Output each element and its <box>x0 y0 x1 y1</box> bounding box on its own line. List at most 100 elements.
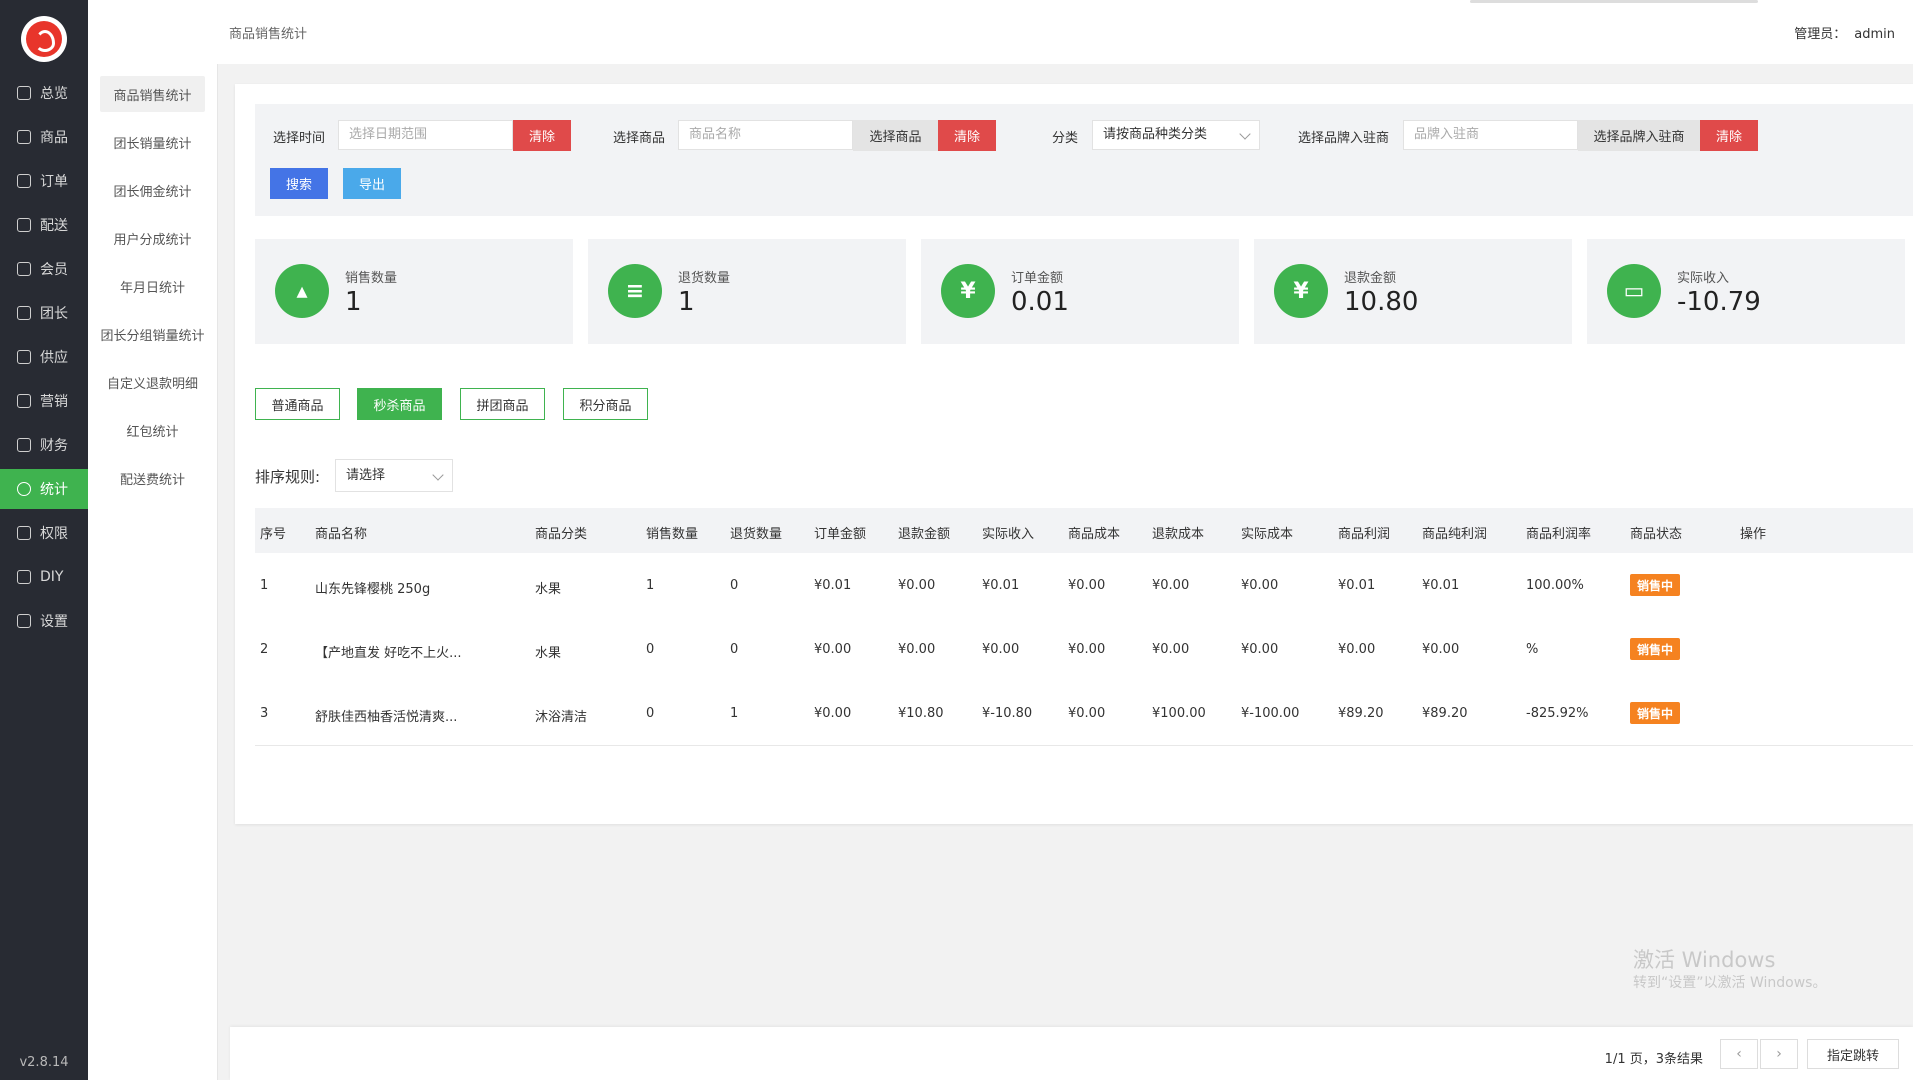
brand-input[interactable]: 品牌入驻商 <box>1403 120 1578 150</box>
category-value: 请按商品种类分类 <box>1103 127 1208 142</box>
cell-profit: ¥0.01 <box>1338 578 1376 593</box>
cell-goods-cost: ¥0.00 <box>1068 706 1106 721</box>
stat-label: 销售数量 <box>345 271 398 286</box>
status-badge[interactable]: 销售中 <box>1630 638 1680 660</box>
nav-item-settings[interactable]: 设置 <box>0 601 88 641</box>
clear-brand-button[interactable]: 清除 <box>1700 120 1758 151</box>
nav-item-statistics[interactable]: 统计 <box>0 469 88 509</box>
pagination-bar: 1/1 页，3条结果 ‹ › 指定跳转 <box>230 1027 1913 1080</box>
export-button[interactable]: 导出 <box>343 168 401 199</box>
goods-name-input[interactable]: 商品名称 <box>678 120 853 150</box>
th-refund-amount: 退款金额 <box>898 527 951 542</box>
jump-page-button[interactable]: 指定跳转 <box>1807 1039 1899 1069</box>
subnav-item-leader-group-sales[interactable]: 团长分组销量统计 <box>100 316 205 352</box>
prev-page-button[interactable]: ‹ <box>1720 1039 1758 1069</box>
cell-actual-income: ¥0.01 <box>982 578 1020 593</box>
category-select[interactable]: 请按商品种类分类 <box>1092 120 1260 150</box>
gift-icon <box>17 394 31 408</box>
top-header: 商品销售统计 管理员： admin <box>217 0 1913 64</box>
cell-net-profit: ¥0.00 <box>1422 642 1460 657</box>
cell-returns: 0 <box>730 578 739 593</box>
cell-profit-rate: 100.00% <box>1526 578 1584 593</box>
select-goods-button[interactable]: 选择商品 <box>853 120 938 151</box>
nav-item-supply[interactable]: 供应 <box>0 337 88 377</box>
finance-icon <box>17 438 31 452</box>
status-badge[interactable]: 销售中 <box>1630 574 1680 596</box>
next-page-button[interactable]: › <box>1760 1039 1798 1069</box>
gear-icon <box>17 614 31 628</box>
diy-icon <box>17 570 31 584</box>
nav-item-leader[interactable]: 团长 <box>0 293 88 333</box>
nav-item-goods[interactable]: 商品 <box>0 117 88 157</box>
home-icon <box>17 86 31 100</box>
wallet-icon: ▭ <box>1607 264 1661 318</box>
stat-label: 订单金额 <box>1011 271 1064 286</box>
nav-item-marketing[interactable]: 营销 <box>0 381 88 421</box>
tab-points-goods[interactable]: 积分商品 <box>563 388 648 420</box>
nav-item-finance[interactable]: 财务 <box>0 425 88 465</box>
date-range-input[interactable]: 选择日期范围 <box>338 120 513 150</box>
stat-card-actual-income: ▭ 实际收入 -10.79 <box>1587 239 1905 344</box>
admin-info[interactable]: 管理员： admin <box>1794 23 1895 42</box>
th-goods-cost: 商品成本 <box>1068 527 1121 542</box>
subnav-item-red-packet[interactable]: 红包统计 <box>100 412 205 448</box>
nav-item-diy[interactable]: DIY <box>0 557 88 597</box>
nav-item-overview[interactable]: 总览 <box>0 73 88 113</box>
nav-item-orders[interactable]: 订单 <box>0 161 88 201</box>
stat-card-sales: ▴ 销售数量 1 <box>255 239 573 344</box>
order-icon <box>17 174 31 188</box>
tab-flash-sale-goods[interactable]: 秒杀商品 <box>357 388 442 420</box>
nav-item-delivery[interactable]: 配送 <box>0 205 88 245</box>
cell-net-profit: ¥89.20 <box>1422 706 1468 721</box>
cell-name: 山东先锋樱桃 250g <box>315 582 431 597</box>
status-badge[interactable]: 销售中 <box>1630 702 1680 724</box>
chart-pie-icon <box>17 482 31 496</box>
cell-actual-cost: ¥0.00 <box>1241 578 1279 593</box>
stat-card-refund-amount: ¥ 退款金额 10.80 <box>1254 239 1572 344</box>
stat-label: 实际收入 <box>1677 271 1730 286</box>
cell-profit-rate: -825.92% <box>1526 706 1589 721</box>
top-scroll-indicator <box>1470 0 1758 3</box>
delivery-icon <box>17 218 31 232</box>
main-nav: 总览 商品 订单 配送 会员 团长 供应 营销 财务 统计 权限 DIY 设置 … <box>0 0 88 1080</box>
subnav-item-date-stats[interactable]: 年月日统计 <box>100 268 205 304</box>
subnav-item-goods-sales[interactable]: 商品销售统计 <box>100 76 205 112</box>
main-panel: 选择时间 选择日期范围 清除 选择商品 商品名称 选择商品 清除 分类 请按商品… <box>235 84 1913 824</box>
subnav-item-custom-refund[interactable]: 自定义退款明细 <box>100 364 205 400</box>
cell-actual-cost: ¥0.00 <box>1241 642 1279 657</box>
cell-name: 【产地直发 好吃不上火... <box>315 646 462 661</box>
cell-profit: ¥89.20 <box>1338 706 1384 721</box>
time-label: 选择时间 <box>273 131 326 146</box>
sort-select[interactable]: 请选择 <box>335 459 453 492</box>
subnav-item-leader-sales[interactable]: 团长销量统计 <box>100 124 205 160</box>
stat-card-returns: ≡ 退货数量 1 <box>588 239 906 344</box>
table-row: 3 舒肤佳西柚香活悦清爽... 沐浴清洁 0 1 ¥0.00 ¥10.80 ¥-… <box>255 681 1913 746</box>
th-actions: 操作 <box>1740 527 1767 542</box>
subnav-item-delivery-fee[interactable]: 配送费统计 <box>100 460 205 496</box>
nav-item-permission[interactable]: 权限 <box>0 513 88 553</box>
search-button[interactable]: 搜索 <box>270 168 328 199</box>
cell-goods-cost: ¥0.00 <box>1068 642 1106 657</box>
nav-item-member[interactable]: 会员 <box>0 249 88 289</box>
subnav-item-leader-commission[interactable]: 团长佣金统计 <box>100 172 205 208</box>
th-sales: 销售数量 <box>646 527 699 542</box>
clear-goods-button[interactable]: 清除 <box>938 120 996 151</box>
goods-icon <box>17 130 31 144</box>
select-brand-button[interactable]: 选择品牌入驻商 <box>1578 120 1700 151</box>
th-actual-income: 实际收入 <box>982 527 1035 542</box>
stat-card-order-amount: ¥ 订单金额 0.01 <box>921 239 1239 344</box>
th-profit: 商品利润 <box>1338 527 1391 542</box>
th-index: 序号 <box>260 527 287 542</box>
clear-date-button[interactable]: 清除 <box>513 120 571 151</box>
tab-group-buy-goods[interactable]: 拼团商品 <box>460 388 545 420</box>
subnav-item-user-share[interactable]: 用户分成统计 <box>100 220 205 256</box>
app-logo[interactable] <box>21 16 67 62</box>
return-doc-icon: ≡ <box>608 264 662 318</box>
table-header: 序号 商品名称 商品分类 销售数量 退货数量 订单金额 退款金额 实际收入 商品… <box>255 508 1913 553</box>
th-actual-cost: 实际成本 <box>1241 527 1294 542</box>
cell-sales: 0 <box>646 642 655 657</box>
cell-index: 3 <box>260 706 269 721</box>
sub-nav: 商品销售统计 团长销量统计 团长佣金统计 用户分成统计 年月日统计 团长分组销量… <box>88 0 218 1080</box>
th-net-profit: 商品纯利润 <box>1422 527 1488 542</box>
tab-normal-goods[interactable]: 普通商品 <box>255 388 340 420</box>
